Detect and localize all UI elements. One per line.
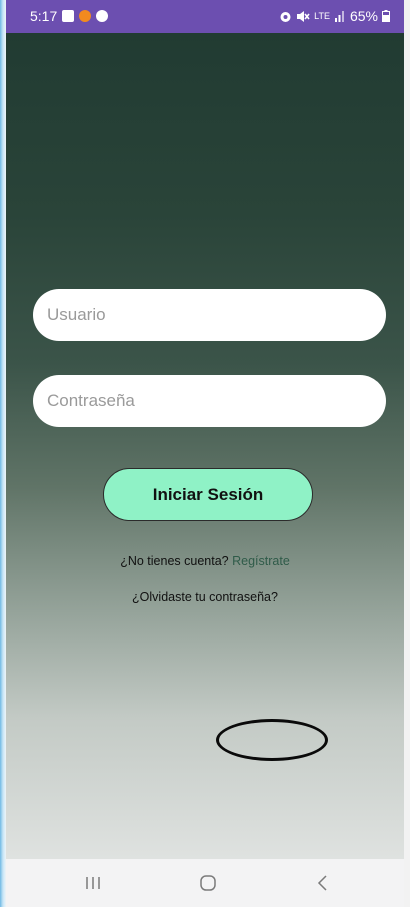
device-frame: 5:17 LTE 65% Usuario Contraseña Iniciar …: [0, 0, 410, 907]
status-time: 5:17: [30, 8, 58, 24]
status-bar-right: LTE 65%: [279, 8, 390, 24]
gallery-icon: [62, 10, 75, 22]
register-link[interactable]: Regístrate: [232, 554, 290, 568]
login-button[interactable]: Iniciar Sesión: [103, 468, 313, 521]
battery-percent: 65%: [349, 8, 378, 24]
navigation-bar: [6, 859, 404, 907]
annotation-ellipse: [216, 719, 328, 761]
register-prompt-text: ¿No tienes cuenta?: [120, 554, 229, 568]
username-placeholder: Usuario: [47, 305, 106, 324]
alarm-icon: [280, 11, 291, 22]
phone-screen: 5:17 LTE 65% Usuario Contraseña Iniciar …: [6, 0, 404, 907]
recent-apps-icon[interactable]: [73, 871, 113, 895]
login-button-label: Iniciar Sesión: [152, 484, 264, 504]
status-bar: 5:17 LTE 65%: [6, 0, 404, 33]
battery-icon: [382, 10, 390, 22]
home-icon[interactable]: [188, 871, 228, 895]
forgot-password-link[interactable]: ¿Olvidaste tu contraseña?: [6, 590, 404, 604]
password-placeholder: Contraseña: [47, 391, 135, 410]
mute-icon: [297, 10, 310, 22]
register-prompt: ¿No tienes cuenta? Regístrate: [6, 554, 404, 568]
login-screen: Usuario Contraseña Iniciar Sesión ¿No ti…: [6, 33, 404, 859]
signal-icon: [334, 11, 344, 22]
facebook-icon: [96, 10, 109, 22]
username-input[interactable]: Usuario: [33, 289, 386, 341]
status-bar-left: 5:17: [30, 8, 109, 24]
back-icon[interactable]: [303, 871, 343, 895]
recording-icon: [79, 10, 92, 22]
network-type-label: LTE: [314, 10, 330, 21]
password-input[interactable]: Contraseña: [33, 375, 386, 427]
